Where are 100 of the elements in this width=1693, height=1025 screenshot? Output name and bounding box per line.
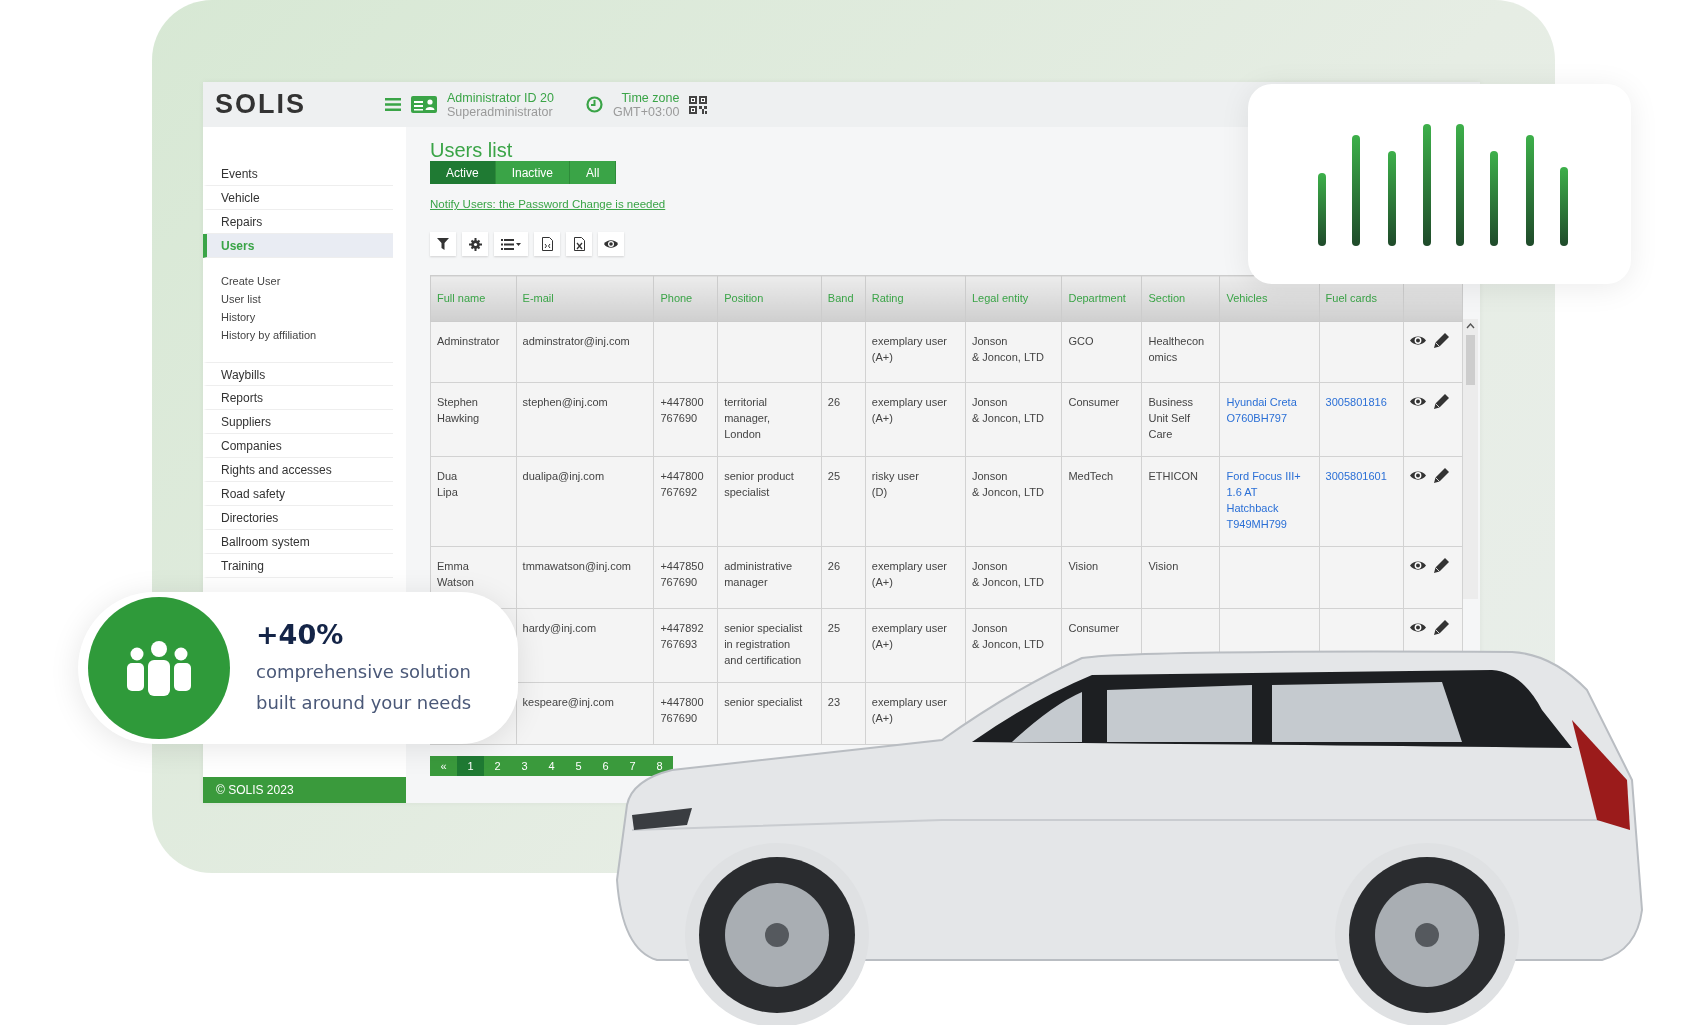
- sidebar-item[interactable]: Suppliers: [203, 410, 393, 434]
- table-cell-text: Consumer: [1068, 395, 1120, 411]
- table-cell-text: 26: [827, 395, 841, 411]
- table-cell-text: Business Unit Self Care: [1148, 395, 1194, 443]
- sidebar-item[interactable]: Ballroom system: [203, 530, 393, 554]
- spreadsheet-icon: [573, 237, 585, 251]
- table-cell-text: 25: [827, 621, 841, 637]
- pencil-icon[interactable]: [1433, 558, 1449, 574]
- table-cell-text: exemplary user (A+): [871, 621, 947, 653]
- sidebar-subitem[interactable]: History by affiliation: [203, 326, 406, 344]
- table-cell-text: dualipa@inj.com: [522, 469, 605, 485]
- scroll-up-icon: [1466, 323, 1475, 329]
- scrollbar[interactable]: [1463, 319, 1478, 599]
- sidebar-item[interactable]: Rights and accesses: [203, 458, 393, 482]
- timezone-value: GMT+03:00: [613, 104, 680, 119]
- table-cell-text: exemplary user (A+): [871, 695, 947, 727]
- eye-icon[interactable]: [1409, 396, 1426, 408]
- sidebar-item[interactable]: Training: [203, 554, 393, 578]
- menu-icon[interactable]: [385, 98, 401, 111]
- page-button[interactable]: 1: [457, 756, 484, 776]
- pencil-icon[interactable]: [1433, 468, 1449, 484]
- table-cell-text: Adminstrator: [437, 333, 500, 349]
- table-cell-text: Jonson & Joncon, LTD: [971, 333, 1044, 365]
- sidebar-item[interactable]: Companies: [203, 434, 393, 458]
- column-header[interactable]: Department: [1068, 292, 1126, 305]
- column-header[interactable]: Full name: [437, 292, 486, 305]
- column-header[interactable]: E-mail: [522, 292, 554, 305]
- copyright-footer: © SOLIS 2023: [203, 777, 406, 803]
- table-cell-text: 26: [827, 559, 841, 575]
- user-name: Administrator ID 20: [447, 90, 554, 105]
- id-card-icon: [411, 96, 437, 113]
- column-header[interactable]: Phone: [660, 292, 693, 305]
- notify-link[interactable]: Notify Users: the Password Change is needed: [430, 198, 666, 210]
- table-cell-text: kespeare@inj.com: [522, 695, 614, 711]
- sidebar-item[interactable]: Directories: [203, 506, 393, 530]
- column-header[interactable]: Section: [1148, 292, 1186, 305]
- column-header[interactable]: Position: [724, 292, 764, 305]
- pencil-icon[interactable]: [1433, 620, 1449, 636]
- filter-tab[interactable]: Active: [430, 161, 496, 184]
- table-cell-text: exemplary user (A+): [871, 559, 947, 591]
- filter-tab[interactable]: All: [570, 161, 617, 184]
- logo: SOLIS: [215, 89, 307, 120]
- sidebar-item[interactable]: Events: [203, 162, 393, 186]
- sidebar-item[interactable]: Reports: [203, 386, 393, 410]
- eye-icon: [604, 239, 618, 249]
- document-button[interactable]: [534, 232, 560, 256]
- filter-button[interactable]: [430, 232, 456, 256]
- table-cell-text: 25: [827, 469, 841, 485]
- table-cell-text: stephen@inj.com: [522, 395, 608, 411]
- table-cell-text: +447892 767693: [660, 621, 704, 653]
- spreadsheet-button[interactable]: [566, 232, 592, 256]
- column-header[interactable]: Band: [827, 292, 854, 305]
- people-icon: [124, 640, 194, 696]
- sidebar-item[interactable]: Waybills: [203, 362, 393, 386]
- table-cell-text: adminstrator@inj.com: [522, 333, 630, 349]
- column-header[interactable]: Rating: [871, 292, 904, 305]
- column-header[interactable]: Fuel cards: [1325, 292, 1377, 305]
- cell-link[interactable]: 3005801601: [1325, 468, 1387, 485]
- eye-icon[interactable]: [1409, 622, 1426, 634]
- filter-icon: [437, 238, 449, 250]
- table-cell-text: Healthecon omics: [1148, 333, 1205, 365]
- table-cell-text: Jonson & Joncon, LTD: [971, 469, 1044, 501]
- table-cell-text: Vision: [1148, 559, 1179, 575]
- sidebar-item[interactable]: Road safety: [203, 482, 393, 506]
- sidebar-subitem[interactable]: User list: [203, 290, 406, 308]
- table-cell-text: Jonson & Joncon, LTD: [971, 559, 1044, 591]
- table-cell-text: +447800 767692: [660, 469, 704, 501]
- column-header[interactable]: Vehicles: [1226, 292, 1268, 305]
- settings-button[interactable]: [462, 232, 488, 256]
- sidebar-subitem[interactable]: History: [203, 308, 406, 326]
- sidebar-subitem[interactable]: Create User: [203, 272, 406, 290]
- sidebar-item[interactable]: Users: [203, 234, 393, 258]
- cell-link[interactable]: 3005801816: [1325, 394, 1387, 411]
- table-cell-text: GCO: [1068, 333, 1094, 349]
- eye-icon[interactable]: [1409, 470, 1426, 482]
- scroll-thumb[interactable]: [1466, 335, 1475, 385]
- table-cell-text: exemplary user (A+): [871, 395, 947, 427]
- eye-icon[interactable]: [1409, 560, 1426, 572]
- table-cell-text: exemplary user (A+): [871, 333, 947, 365]
- eye-button[interactable]: [598, 232, 624, 256]
- list-dropdown-button[interactable]: [494, 232, 528, 256]
- table-cell-text: MedTech: [1068, 469, 1114, 485]
- table-cell-text: Jonson & Joncon, LTD: [971, 395, 1044, 427]
- table-cell-text: tmmawatson@inj.com: [522, 559, 631, 575]
- pencil-icon[interactable]: [1433, 332, 1449, 348]
- column-header[interactable]: Legal entity: [971, 292, 1029, 305]
- table-cell-text: +447800 767690: [660, 695, 704, 727]
- page-title: Users list: [430, 139, 513, 161]
- table-cell-text: 23: [827, 695, 841, 711]
- eye-icon[interactable]: [1409, 334, 1426, 346]
- list-dropdown-icon: [501, 238, 521, 250]
- table-cell-text: Stephen Hawking: [437, 395, 480, 427]
- table-cell-text: senior specialist in registration and certification: [724, 621, 803, 669]
- clock-icon: [586, 96, 603, 113]
- sidebar-item[interactable]: Vehicle: [203, 186, 393, 210]
- filter-tab[interactable]: Inactive: [495, 161, 571, 184]
- pencil-icon[interactable]: [1433, 394, 1449, 410]
- qr-code-icon[interactable]: [689, 95, 708, 114]
- table-cell-text: Jonson & Joncon, LTD: [971, 621, 1044, 653]
- stat-caption: comprehensive solution built around your needs: [256, 659, 472, 715]
